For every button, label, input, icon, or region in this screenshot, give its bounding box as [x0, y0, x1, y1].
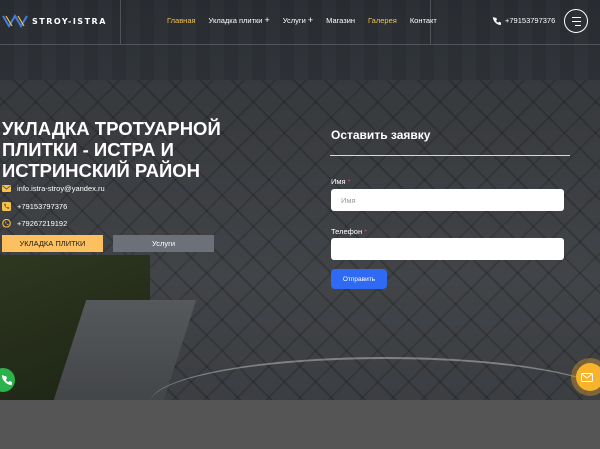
contact-phone-text: +79153797376 [17, 201, 68, 211]
site-header: STROY-ISTRA Главная Укладка плитки + Усл… [0, 0, 600, 45]
contact-email-text: info.istra-stroy@yandex.ru [17, 184, 105, 194]
hamburger-menu-icon[interactable] [564, 9, 588, 33]
decorative-arc [150, 357, 600, 449]
name-label: Имя * [331, 177, 351, 186]
plus-icon: + [264, 15, 270, 25]
main-nav: Главная Укладка плитки + Услуги + Магази… [167, 15, 450, 26]
name-label-text: Имя [331, 177, 346, 186]
required-mark: * [364, 227, 368, 236]
phone-field[interactable] [331, 238, 564, 260]
nav-item-label: Укладка плитки [208, 16, 263, 25]
logo-text: STROY-ISTRA [32, 16, 107, 26]
phone-label-text: Телефон [331, 227, 363, 236]
floating-mail-button[interactable] [576, 363, 600, 391]
contact-whatsapp-text: +79267219192 [17, 219, 68, 229]
form-divider [330, 155, 570, 156]
nav-item-services[interactable]: Услуги + [282, 15, 314, 26]
header-divider [120, 0, 121, 44]
form-title: Оставить заявку [331, 128, 431, 142]
plus-icon: + [307, 15, 314, 25]
tile-laying-button[interactable]: УКЛАДКА ПЛИТКИ [2, 235, 103, 252]
contact-whatsapp[interactable]: +79267219192 [2, 215, 105, 233]
phone-label: Телефон * [331, 227, 367, 236]
phone-icon [493, 16, 501, 25]
nav-item-shop[interactable]: Магазин [326, 16, 355, 25]
nav-item-gallery[interactable]: Галерея [368, 16, 397, 25]
envelope-icon [581, 372, 593, 382]
phone-icon [2, 201, 11, 211]
phone-icon [2, 375, 12, 385]
nav-item-label: Услуги [282, 16, 306, 25]
contact-phone[interactable]: +79153797376 [2, 198, 105, 216]
hero-contacts: info.istra-stroy@yandex.ru +79153797376 … [2, 180, 105, 233]
name-field[interactable] [331, 189, 564, 211]
required-mark: * [347, 177, 351, 186]
page-title: УКЛАДКА ТРОТУАРНОЙ ПЛИТКИ - ИСТРА И ИСТР… [2, 118, 221, 181]
header-phone-link[interactable]: +79153797376 [493, 16, 555, 25]
nav-item-label: Главная [167, 16, 196, 25]
nav-item-label: Контакт [409, 16, 437, 25]
logo[interactable]: STROY-ISTRA [2, 12, 107, 30]
services-button[interactable]: Услуги [113, 235, 214, 252]
nav-item-label: Галерея [368, 16, 397, 25]
nav-item-tile-laying[interactable]: Укладка плитки + [208, 15, 270, 26]
nav-item-home[interactable]: Главная [167, 16, 196, 25]
nav-item-contact[interactable]: Контакт [410, 16, 437, 25]
contact-email[interactable]: info.istra-stroy@yandex.ru [2, 180, 105, 198]
request-form: Оставить заявку Имя* Телефон* Отправить [330, 128, 571, 289]
header-phone-number: +79153797376 [505, 16, 556, 25]
submit-button[interactable]: Отправить [331, 269, 387, 289]
whatsapp-icon [2, 219, 11, 228]
envelope-icon [2, 184, 11, 193]
nav-item-label: Магазин [326, 16, 356, 25]
logo-mark-icon [2, 14, 28, 28]
